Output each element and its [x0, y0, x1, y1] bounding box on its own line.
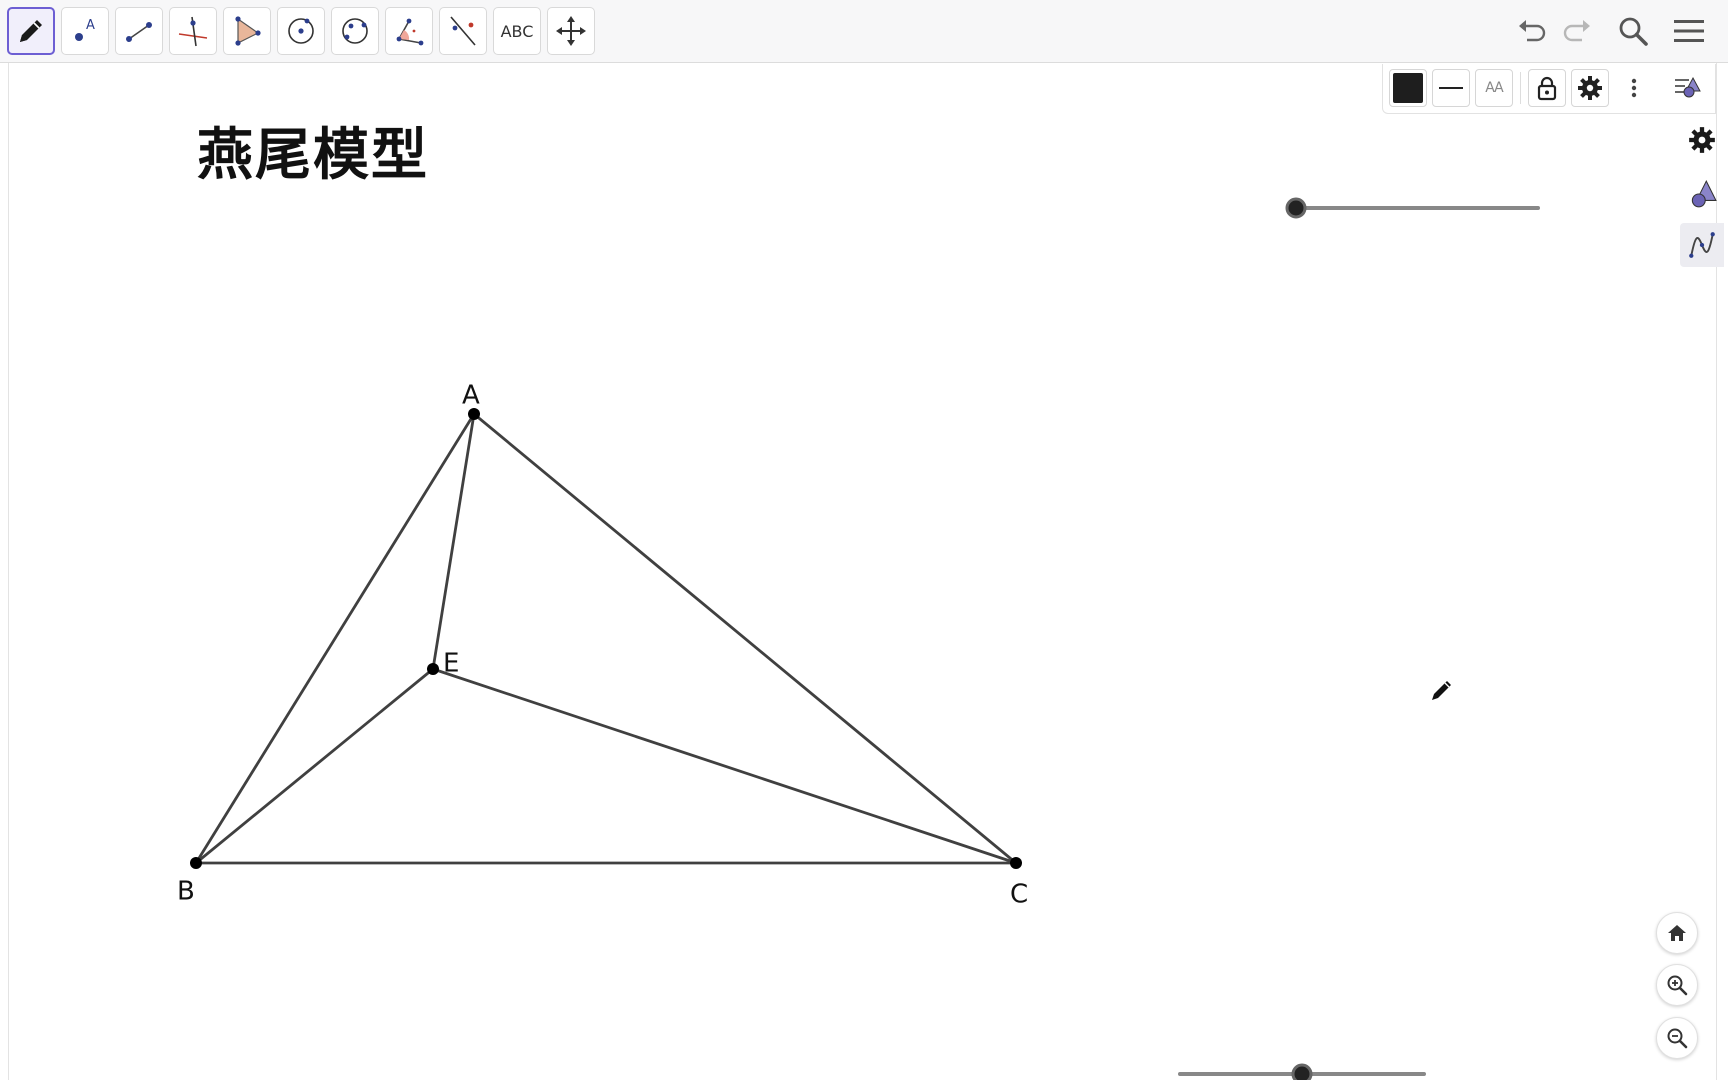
- zoom-in-button[interactable]: [1656, 964, 1698, 1006]
- style-bar: AA: [1382, 64, 1716, 114]
- lock-button[interactable]: [1528, 69, 1566, 107]
- perpendicular-line-tool[interactable]: [169, 7, 217, 55]
- line-style-icon: [1439, 87, 1463, 89]
- home-icon: [1668, 925, 1686, 941]
- graphics-view[interactable]: [8, 63, 1716, 1080]
- text-size-button[interactable]: AA: [1475, 69, 1513, 107]
- polygon-icon: [235, 16, 261, 46]
- color-swatch: [1393, 73, 1423, 103]
- redo-icon: [1563, 20, 1590, 42]
- undo-icon: [1519, 20, 1546, 42]
- object-settings-button[interactable]: [1571, 69, 1609, 107]
- segment-icon: [126, 22, 152, 42]
- text-tool[interactable]: ABC: [493, 7, 541, 55]
- gear-icon: [1689, 127, 1715, 153]
- point-b[interactable]: [190, 857, 202, 869]
- search-button[interactable]: [1612, 10, 1654, 52]
- construction-title: 燕尾模型: [197, 123, 429, 188]
- toggle-views-button[interactable]: [1668, 69, 1706, 107]
- undo-button[interactable]: [1511, 10, 1553, 52]
- point-icon: A: [75, 18, 95, 41]
- pen-cursor-icon: [1432, 681, 1451, 700]
- pen-tool[interactable]: [7, 7, 55, 55]
- menu-icon: [1674, 20, 1704, 42]
- point-tool-label: A: [86, 18, 95, 33]
- main-menu-button[interactable]: [1668, 10, 1710, 52]
- gear-icon: [1578, 76, 1602, 100]
- perpendicular-icon: [178, 16, 208, 47]
- circle-three-points-tool[interactable]: [331, 7, 379, 55]
- zoom-out-icon: [1667, 1028, 1688, 1049]
- circle-icon: [288, 18, 314, 44]
- home-button[interactable]: [1656, 912, 1698, 954]
- pen-icon: [20, 20, 42, 42]
- move-graphics-tool[interactable]: [547, 7, 595, 55]
- more-options-button[interactable]: [1615, 69, 1653, 107]
- circle-three-points-icon: [342, 18, 368, 44]
- view-toggle-icon: [1675, 76, 1701, 98]
- text-tool-label: ABC: [500, 21, 534, 41]
- geometry-view-button[interactable]: [1680, 172, 1724, 216]
- angle-icon: [396, 18, 424, 46]
- zoom-in-icon: [1667, 975, 1688, 996]
- point-e[interactable]: [427, 663, 439, 675]
- segment-tool[interactable]: [115, 7, 163, 55]
- geometry-view-icon: [1691, 179, 1717, 208]
- move-icon: [556, 16, 586, 46]
- circle-center-point-tool[interactable]: [277, 7, 325, 55]
- stylebar-divider: [1520, 72, 1521, 104]
- search-icon: [1619, 17, 1648, 46]
- geogebra-app: A ABC 燕尾模型 A B C E AA: [0, 0, 1728, 1080]
- top-slider-handle[interactable]: [1285, 197, 1307, 219]
- toolbar: A ABC: [0, 0, 1728, 63]
- point-a[interactable]: [468, 408, 480, 420]
- redo-button[interactable]: [1556, 10, 1598, 52]
- reflect-line-tool[interactable]: [439, 7, 487, 55]
- lock-icon: [1537, 76, 1557, 101]
- reflect-icon: [450, 16, 476, 46]
- line-style-button[interactable]: [1432, 69, 1470, 107]
- color-button[interactable]: [1389, 69, 1427, 107]
- point-tool[interactable]: A: [61, 7, 109, 55]
- more-vertical-icon: [1631, 78, 1637, 98]
- graphics-settings-button[interactable]: [1680, 118, 1724, 162]
- graphing-view-button[interactable]: [1680, 223, 1724, 267]
- graphing-view-icon: [1689, 232, 1715, 258]
- zoom-out-button[interactable]: [1656, 1017, 1698, 1059]
- polygon-tool[interactable]: [223, 7, 271, 55]
- bottom-slider-handle[interactable]: [1291, 1063, 1313, 1080]
- angle-tool[interactable]: [385, 7, 433, 55]
- point-c[interactable]: [1010, 857, 1022, 869]
- text-size-label: AA: [1485, 80, 1504, 96]
